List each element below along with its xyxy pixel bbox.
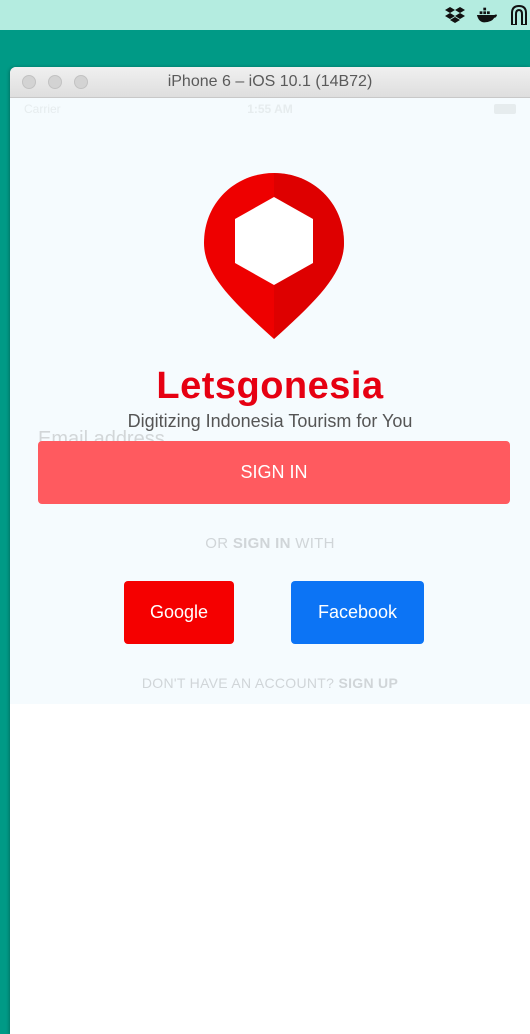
dropbox-icon[interactable]: [444, 5, 466, 25]
menubar-tray: [444, 5, 530, 25]
window-titlebar[interactable]: iPhone 6 – iOS 10.1 (14B72): [10, 67, 530, 98]
google-sign-in-button[interactable]: Google: [124, 581, 234, 644]
arch-icon[interactable]: [508, 5, 530, 25]
window-title: iPhone 6 – iOS 10.1 (14B72): [167, 73, 373, 90]
or-prefix: OR: [205, 535, 233, 552]
or-emphasis: SIGN IN: [232, 535, 291, 552]
facebook-sign-in-button[interactable]: Facebook: [291, 581, 424, 644]
signup-prompt: DON'T HAVE AN ACCOUNT? SIGN UP: [10, 675, 530, 691]
docker-icon[interactable]: [476, 5, 498, 25]
clock-label: 1:55 AM: [247, 102, 293, 116]
app-title: Letsgonesia: [156, 365, 384, 407]
signup-prompt-text: DON'T HAVE AN ACCOUNT?: [141, 675, 339, 691]
or-sign-in-with-text: OR SIGN IN WITH: [10, 535, 530, 552]
phone-screen: Carrier 1:55 AM Letsgonesia Digitizing I…: [10, 98, 530, 704]
macos-menubar: [0, 0, 530, 30]
simulator-window: iPhone 6 – iOS 10.1 (14B72) Carrier 1:55…: [10, 67, 530, 1034]
or-suffix: WITH: [290, 535, 335, 552]
ios-status-bar: Carrier 1:55 AM: [10, 100, 530, 120]
sign-up-link[interactable]: SIGN UP: [338, 675, 398, 691]
map-pin-logo-icon: [204, 173, 344, 339]
sign-in-button[interactable]: SIGN IN: [38, 441, 510, 504]
battery-icon: [494, 104, 516, 114]
